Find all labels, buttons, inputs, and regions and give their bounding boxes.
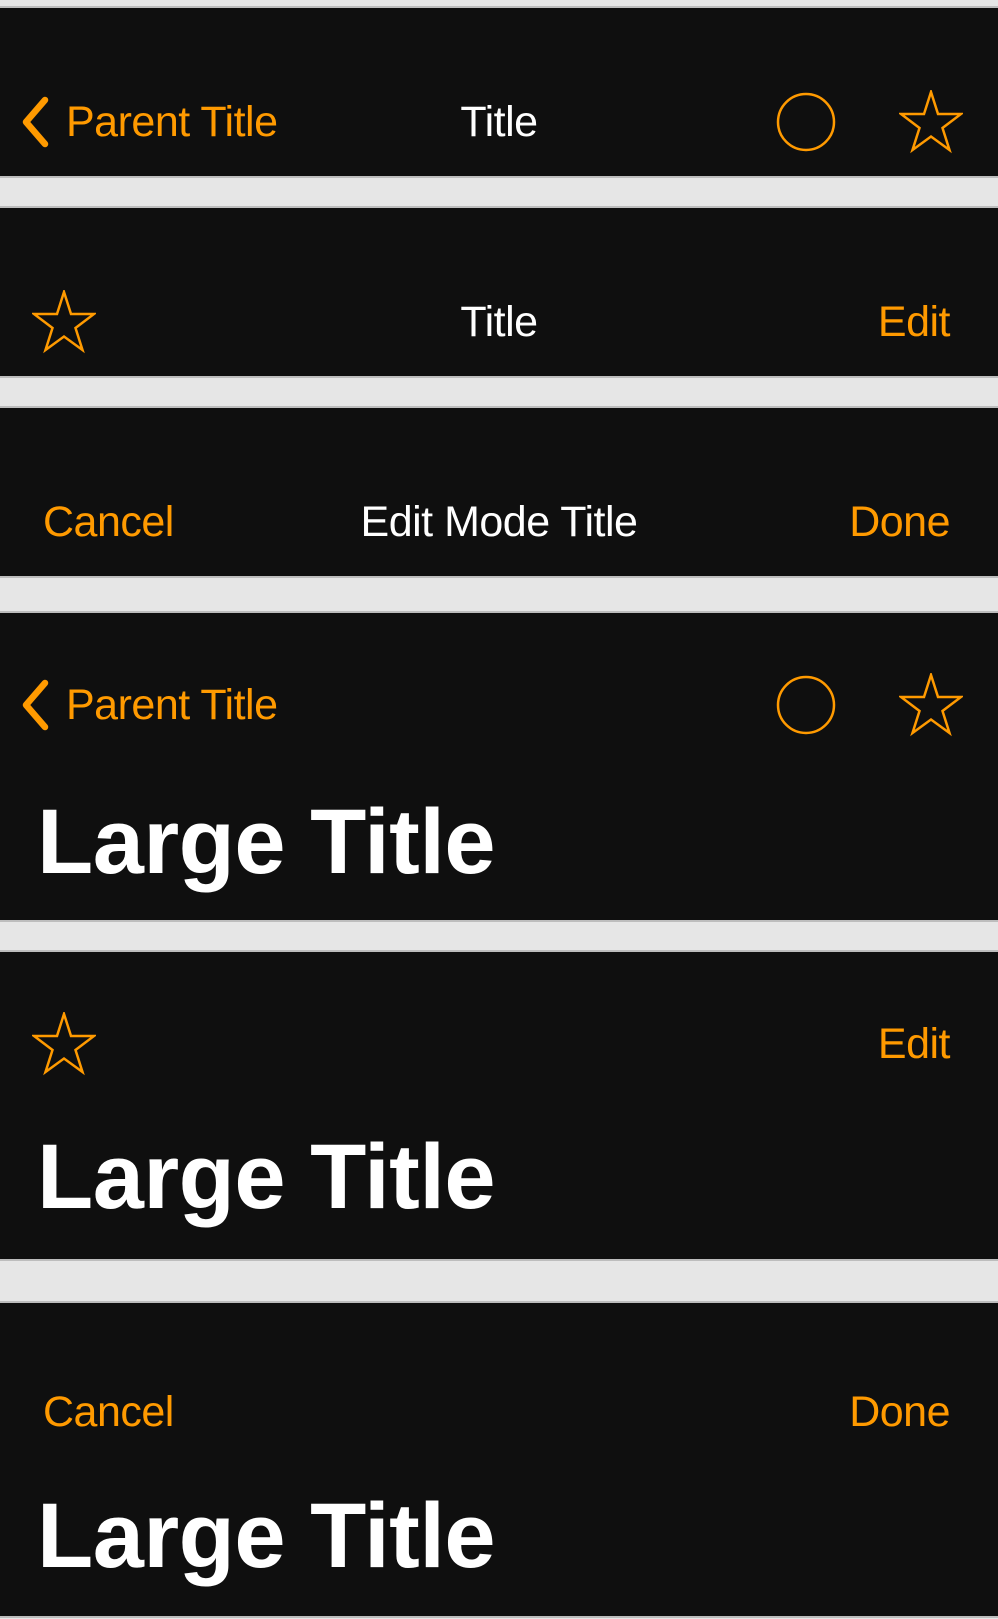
large-title: Large Title (37, 791, 496, 893)
star-icon (32, 1012, 96, 1076)
circle-icon (776, 92, 836, 152)
nav-bar-row: Cancel Done (0, 1380, 998, 1444)
star-icon (899, 90, 963, 154)
edit-button[interactable]: Edit (878, 1012, 951, 1076)
star-button[interactable] (899, 673, 963, 737)
nav-title: Title (460, 98, 538, 146)
back-button-label: Parent Title (66, 681, 278, 729)
nav-bar-row: Edit (0, 1012, 998, 1076)
nav-bar-row: Parent Title (0, 673, 998, 737)
nav-bar-large-title-edit-mode: Cancel Done Large Title (0, 1301, 998, 1618)
nav-bar-edit-mode: Cancel Edit Mode Title Done (0, 406, 998, 578)
nav-bar-standard: Parent Title Title (0, 6, 998, 178)
star-button[interactable] (899, 90, 963, 154)
done-button[interactable]: Done (849, 1380, 950, 1444)
edit-button[interactable]: Edit (878, 290, 951, 354)
nav-bar-large-title: Parent Title Large Title (0, 611, 998, 922)
back-button[interactable]: Parent Title (20, 673, 278, 737)
circle-button[interactable] (774, 90, 838, 154)
circle-icon (776, 675, 836, 735)
star-button[interactable] (32, 1012, 96, 1076)
nav-bar-large-title: Edit Large Title (0, 950, 998, 1261)
circle-button[interactable] (774, 673, 838, 737)
nav-bar-row: Title Edit (0, 290, 998, 354)
star-icon (899, 673, 963, 737)
nav-bar-row: Parent Title Title (0, 90, 998, 154)
nav-bar-standard: Title Edit (0, 206, 998, 378)
large-title: Large Title (37, 1126, 496, 1228)
done-button[interactable]: Done (849, 490, 950, 554)
nav-title: Title (460, 298, 538, 346)
chevron-left-icon (22, 679, 49, 731)
cancel-button[interactable]: Cancel (43, 1380, 174, 1444)
nav-bar-row: Cancel Edit Mode Title Done (0, 490, 998, 554)
large-title: Large Title (37, 1485, 496, 1587)
